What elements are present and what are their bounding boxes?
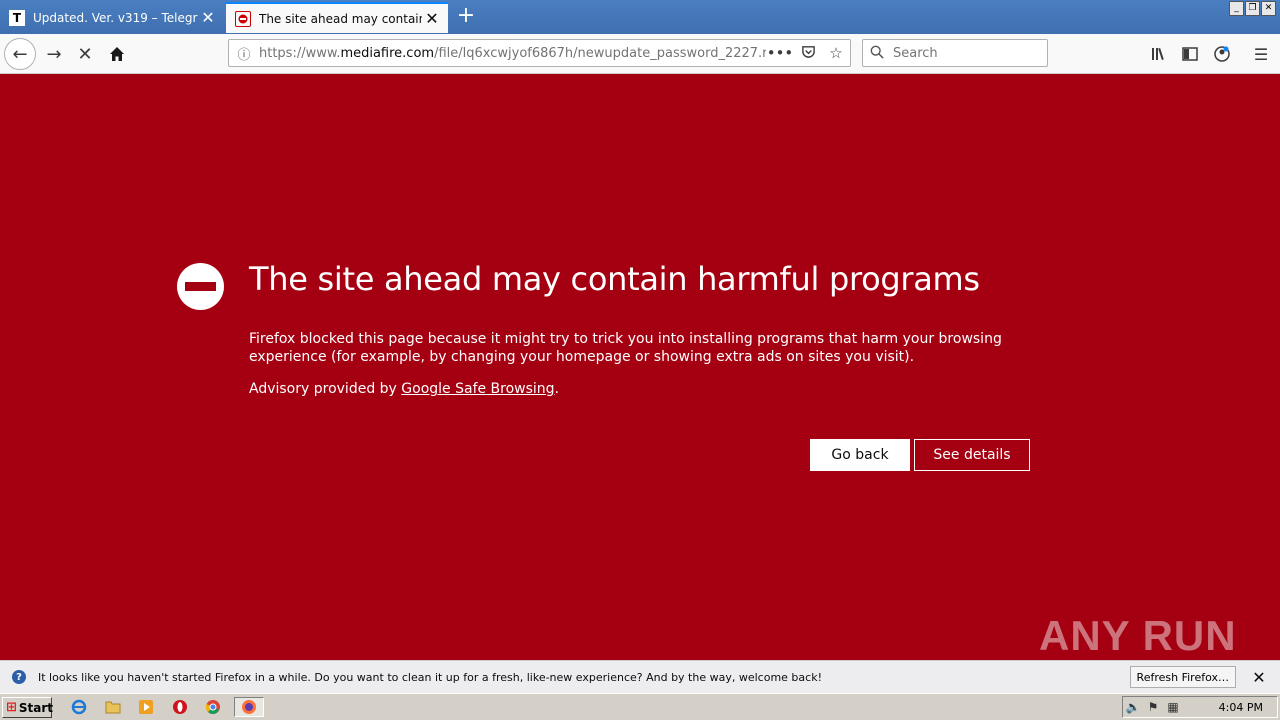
close-window-icon[interactable]: ✕ bbox=[1261, 1, 1276, 16]
flag-icon[interactable]: ⚑ bbox=[1143, 700, 1163, 714]
system-tray: 🔈 ⚑ ▦ 4:04 PM bbox=[1122, 696, 1278, 718]
forward-arrow-icon[interactable]: → bbox=[38, 38, 70, 70]
tab-bar: T Updated. Ver. v319 – Telegraph ✕ The s… bbox=[0, 0, 1280, 34]
navigation-toolbar: ← → ✕ ⓘ https://www.mediafire.com/file/l… bbox=[0, 34, 1280, 74]
network-icon[interactable]: ▦ bbox=[1163, 700, 1183, 714]
blocked-page: The site ahead may contain harmful progr… bbox=[0, 74, 1280, 660]
page-title: The site ahead may contain harmful progr… bbox=[249, 260, 980, 298]
info-icon[interactable]: ⓘ bbox=[229, 44, 259, 63]
safe-browsing-link[interactable]: Google Safe Browsing bbox=[401, 381, 554, 397]
media-player-icon[interactable] bbox=[137, 698, 155, 716]
anyrun-watermark: ANY RUN bbox=[1039, 612, 1237, 659]
opera-icon[interactable] bbox=[171, 698, 189, 716]
new-tab-plus-icon[interactable]: + bbox=[454, 4, 478, 28]
close-icon[interactable]: ✕ bbox=[198, 8, 218, 27]
bookmark-star-icon[interactable]: ☆ bbox=[822, 44, 850, 62]
search-box[interactable] bbox=[862, 39, 1048, 67]
folder-icon[interactable] bbox=[104, 698, 122, 716]
blocked-site-favicon-icon bbox=[235, 10, 251, 27]
tab-title: Updated. Ver. v319 – Telegraph bbox=[33, 10, 198, 25]
sidebar-icon[interactable] bbox=[1174, 38, 1206, 70]
advisory-text: Advisory provided by Google Safe Browsin… bbox=[249, 381, 560, 397]
question-icon: ? bbox=[12, 670, 26, 684]
url-bar[interactable]: ⓘ https://www.mediafire.com/file/lq6xcwj… bbox=[228, 39, 851, 67]
clock: 4:04 PM bbox=[1218, 700, 1263, 714]
library-icon[interactable] bbox=[1143, 38, 1175, 70]
window-controls: _ ❐ ✕ bbox=[1229, 1, 1276, 16]
refresh-firefox-button[interactable]: Refresh Firefox… bbox=[1129, 666, 1236, 688]
chrome-icon[interactable] bbox=[204, 698, 222, 716]
internet-explorer-icon[interactable] bbox=[70, 698, 88, 716]
tab-telegraph[interactable]: T Updated. Ver. v319 – Telegraph ✕ bbox=[0, 2, 224, 33]
start-button[interactable]: ⊞ Start bbox=[2, 697, 53, 718]
notification-bar: ? It looks like you haven't started Fire… bbox=[0, 660, 1280, 693]
pocket-icon[interactable] bbox=[794, 44, 822, 63]
search-input[interactable] bbox=[891, 44, 1035, 62]
volume-icon[interactable]: 🔈 bbox=[1123, 700, 1143, 714]
blocked-stop-icon bbox=[177, 263, 224, 310]
url-text[interactable]: https://www.mediafire.com/file/lq6xcwjyo… bbox=[259, 46, 766, 61]
notification-text: It looks like you haven't started Firefo… bbox=[38, 670, 822, 684]
restore-icon[interactable]: ❐ bbox=[1245, 1, 1260, 16]
taskbar: ⊞ Start 🔈 ⚑ ▦ 4:04 PM bbox=[0, 693, 1280, 720]
telegraph-favicon-icon: T bbox=[9, 9, 25, 26]
see-details-button[interactable]: See details bbox=[914, 439, 1030, 471]
go-back-button[interactable]: Go back bbox=[810, 439, 910, 471]
close-icon[interactable]: ✕ bbox=[1252, 668, 1266, 687]
search-icon bbox=[863, 44, 891, 63]
menu-hamburger-icon[interactable]: ☰ bbox=[1245, 38, 1277, 70]
warning-description: Firefox blocked this page because it mig… bbox=[249, 331, 1002, 365]
tab-title: The site ahead may contain harmful progr… bbox=[259, 11, 422, 26]
account-icon[interactable] bbox=[1206, 38, 1238, 70]
close-icon[interactable]: ✕ bbox=[422, 9, 442, 28]
minimize-icon[interactable]: _ bbox=[1229, 1, 1244, 16]
tab-blocked-site[interactable]: The site ahead may contain harmful progr… bbox=[226, 2, 448, 33]
firefox-taskbar-icon[interactable] bbox=[234, 697, 264, 717]
home-icon[interactable] bbox=[101, 38, 133, 70]
stop-loading-icon[interactable]: ✕ bbox=[69, 38, 101, 70]
windows-logo-icon: ⊞ bbox=[6, 700, 17, 715]
page-actions-icon[interactable]: ••• bbox=[766, 44, 794, 62]
back-arrow-icon[interactable]: ← bbox=[4, 38, 36, 70]
